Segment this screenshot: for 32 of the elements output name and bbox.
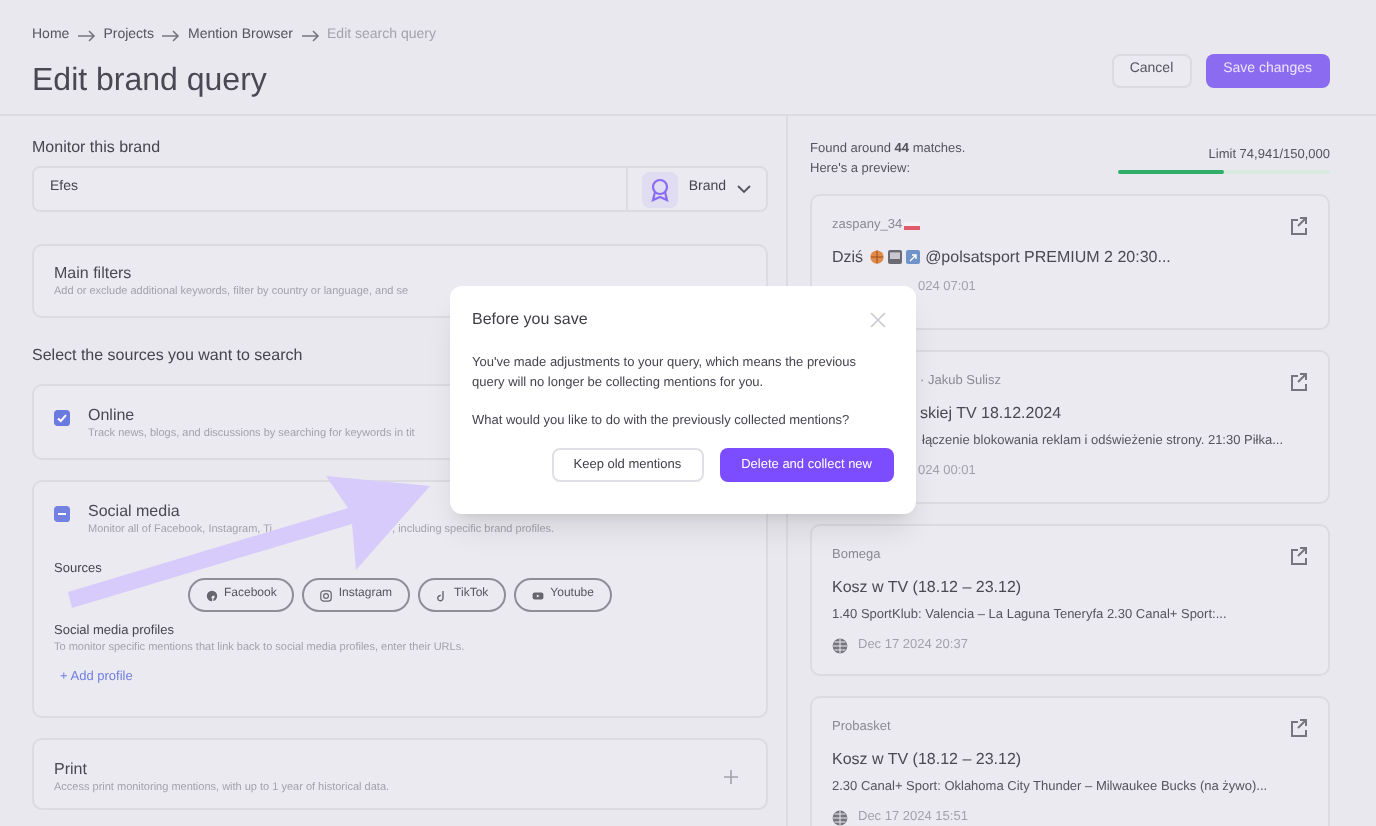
camera-icon	[320, 589, 333, 602]
ball-icon	[869, 250, 884, 264]
mention-title: Kosz w TV (18.12 – 23.12)	[832, 575, 1022, 599]
arrow-right-icon	[161, 30, 180, 42]
external-link-icon	[1288, 546, 1308, 566]
tv-icon	[887, 250, 902, 264]
play-icon	[532, 589, 545, 602]
section-title: Print	[54, 758, 89, 780]
external-link-icon	[1288, 718, 1308, 738]
mention-title: skiej TV 18.12.2024	[920, 401, 1062, 425]
checkbox[interactable]	[54, 506, 70, 522]
section-heading: Select the sources you want to search	[32, 344, 303, 364]
globe-icon	[832, 637, 848, 654]
plus-icon	[724, 770, 738, 785]
arrow-right-icon	[77, 30, 96, 42]
external-link-icon	[1288, 372, 1308, 392]
section-title: Social media	[88, 500, 182, 522]
mention-title: Dziś	[832, 245, 864, 269]
section-title: Online	[88, 404, 137, 426]
dialog-title: Before you save	[472, 308, 588, 332]
page-title: Edit brand query	[32, 62, 269, 102]
section-title: Main filters	[54, 262, 134, 284]
note-icon	[436, 589, 449, 602]
mention-title: Kosz w TV (18.12 – 23.12)	[832, 747, 1022, 771]
arrow-icon	[905, 250, 920, 264]
facebook-icon	[206, 589, 218, 602]
flag-icon	[904, 222, 921, 230]
checkbox[interactable]	[54, 410, 70, 426]
field-label: Monitor this brand	[32, 136, 163, 156]
arrow-right-icon	[301, 30, 320, 42]
mention-title: @polsatsport PREMIUM 2 20:30...	[925, 245, 1171, 269]
external-link-icon	[1288, 216, 1308, 236]
